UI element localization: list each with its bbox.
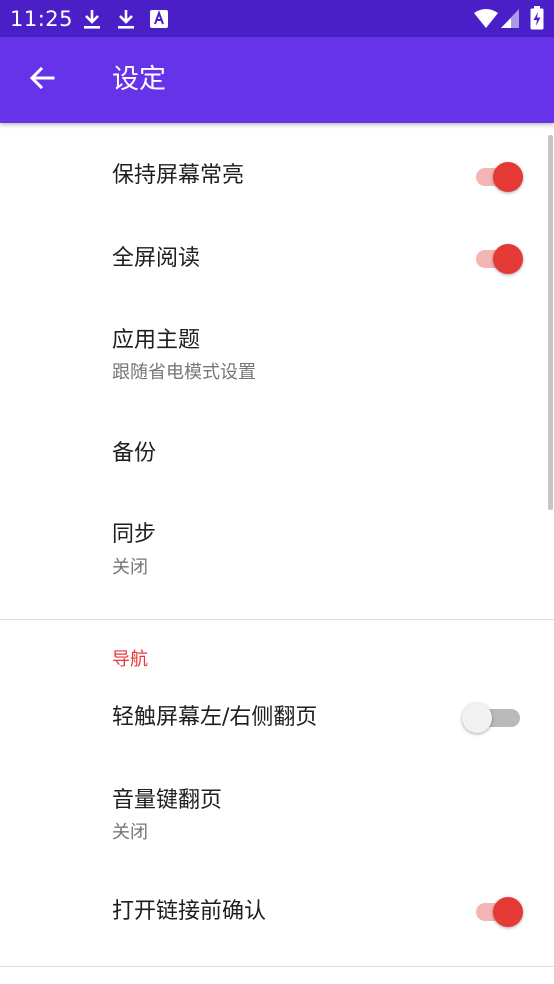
back-button[interactable]: [18, 58, 66, 102]
app-bar: 设定: [0, 37, 554, 123]
setting-summary: 关闭: [112, 822, 148, 843]
setting-summary: 跟随省电模式设置: [112, 362, 256, 383]
full-screen-reading-switch[interactable]: [474, 243, 526, 275]
tap-screen-page-turn-switch[interactable]: [462, 702, 526, 734]
setting-tap-screen-page-turn[interactable]: 轻触屏幕左/右侧翻页: [0, 676, 554, 766]
setting-app-theme[interactable]: 应用主题 跟随省电模式设置: [0, 300, 554, 400]
setting-title: 全屏阅读: [112, 246, 201, 271]
confirm-before-open-link-switch[interactable]: [474, 896, 526, 928]
signal-icon: [501, 9, 519, 33]
wifi-icon: [474, 9, 498, 33]
section-divider: [0, 619, 554, 620]
setting-title: 音量键翻页: [112, 788, 223, 813]
setting-sync[interactable]: 同步 关闭: [0, 500, 554, 618]
setting-full-screen-reading[interactable]: 全屏阅读: [0, 206, 554, 314]
keyboard-a-icon: [150, 10, 168, 32]
setting-title: 应用主题: [112, 328, 201, 353]
setting-backup[interactable]: 备份: [0, 400, 554, 500]
setting-confirm-before-open-link[interactable]: 打开链接前确认: [0, 870, 554, 964]
setting-title: 保持屏幕常亮: [112, 163, 245, 188]
status-bar: 11:25: [0, 0, 554, 37]
setting-volume-key-page-turn[interactable]: 音量键翻页 关闭: [0, 770, 554, 870]
status-time: 11:25: [10, 7, 74, 31]
arrow-back-icon: [29, 65, 55, 95]
setting-title: 轻触屏幕左/右侧翻页: [112, 705, 318, 730]
download-icon: [116, 8, 136, 34]
setting-title: 打开链接前确认: [112, 899, 267, 924]
keep-screen-on-switch[interactable]: [474, 161, 526, 193]
setting-title: 同步: [112, 522, 157, 547]
section-divider: [0, 966, 554, 967]
download-icon: [82, 8, 102, 34]
battery-charging-icon: [530, 6, 544, 34]
section-header-navigation: 导航: [112, 649, 148, 670]
setting-summary: 关闭: [112, 557, 148, 578]
setting-title: 备份: [112, 441, 157, 466]
page-title: 设定: [112, 64, 166, 95]
